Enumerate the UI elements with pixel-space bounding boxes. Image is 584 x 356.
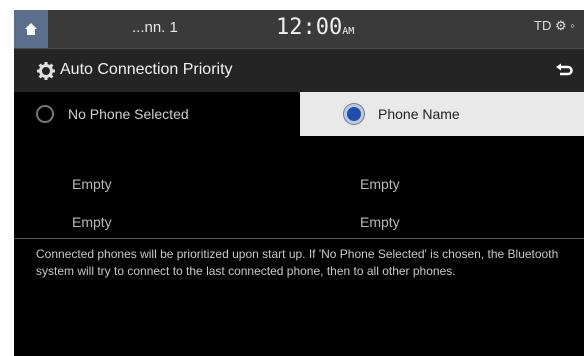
priority-slot-right-1[interactable]: Empty: [360, 176, 400, 192]
clock-time: 12:00: [276, 15, 343, 40]
clock: 12:00AM: [276, 15, 354, 40]
head-unit-screen: ...nn. 1 12:00AM TD ⚙ ◦ Auto Connection …: [14, 10, 584, 356]
radio-selected-icon: [344, 104, 364, 124]
priority-slot-right-2[interactable]: Empty: [360, 214, 400, 230]
status-bar: ...nn. 1 12:00AM TD ⚙ ◦: [14, 10, 584, 48]
divider: [14, 238, 584, 239]
no-phone-selected-label: No Phone Selected: [68, 106, 189, 122]
radio-unselected-icon: [36, 105, 54, 123]
phone-name-option[interactable]: Phone Name: [300, 92, 584, 136]
signal-indicator: ...nn. 1: [132, 19, 178, 36]
no-phone-selected-option[interactable]: No Phone Selected: [14, 92, 298, 136]
priority-slot-left-2[interactable]: Empty: [72, 214, 112, 230]
page-title: Auto Connection Priority: [60, 61, 233, 78]
home-icon: [25, 23, 37, 35]
phone-name-label: Phone Name: [378, 106, 460, 122]
gear-icon: [37, 62, 55, 80]
clock-am-pm: AM: [342, 26, 355, 37]
title-bar: Auto Connection Priority: [14, 48, 584, 93]
home-button[interactable]: [14, 10, 48, 48]
help-description: Connected phones will be prioritized upo…: [36, 247, 559, 278]
bluetooth-status-icons: TD ⚙ ◦: [534, 18, 575, 33]
priority-slot-left-1[interactable]: Empty: [72, 176, 112, 192]
back-button[interactable]: [549, 58, 579, 84]
back-arrow-icon: [556, 63, 573, 76]
